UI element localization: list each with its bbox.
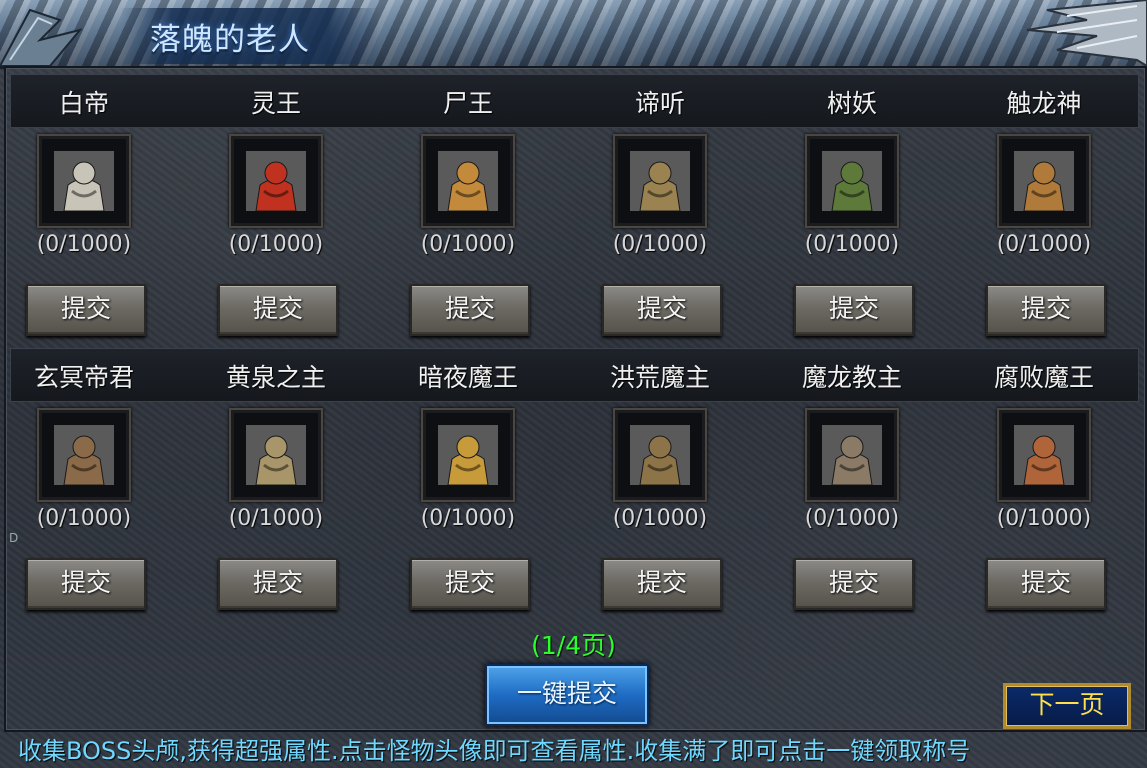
page-indicator: (1/4页) <box>531 631 616 660</box>
submit-all-button[interactable]: 一键提交 <box>485 664 649 726</box>
collection-count: (0/1000) <box>228 506 324 531</box>
boss-portrait-slot[interactable] <box>37 408 131 502</box>
red-spirit-king-icon <box>246 151 306 211</box>
title-bar: 落魄的老人 <box>0 0 1147 69</box>
rotten-demon-king-icon <box>1014 425 1074 485</box>
collection-count: (0/1000) <box>420 232 516 257</box>
collection-count: (0/1000) <box>804 506 900 531</box>
window-title: 落魄的老人 <box>150 22 310 58</box>
collection-count: (0/1000) <box>612 506 708 531</box>
boss-portrait-slot[interactable] <box>421 408 515 502</box>
boss-portrait-slot[interactable] <box>421 134 515 228</box>
collection-count: (0/1000) <box>612 232 708 257</box>
boss-portrait-slot[interactable] <box>613 134 707 228</box>
boss-portrait-slot[interactable] <box>805 408 899 502</box>
diting-beast-icon <box>630 151 690 211</box>
submit-button[interactable]: 提交 <box>26 284 146 336</box>
boss-name: 暗夜魔王 <box>417 363 518 392</box>
boss-name: 谛听 <box>634 89 685 118</box>
collection-count: (0/1000) <box>996 506 1092 531</box>
left-ornament-icon <box>0 8 83 66</box>
submit-button[interactable]: 提交 <box>986 284 1106 336</box>
collection-count: (0/1000) <box>36 506 132 531</box>
boss-portrait-slot[interactable] <box>229 408 323 502</box>
submit-button[interactable]: 提交 <box>410 284 530 336</box>
white-armored-boss-icon <box>54 151 114 211</box>
next-page-button[interactable]: 下一页 <box>1003 683 1131 729</box>
boss-portrait-slot[interactable] <box>229 134 323 228</box>
collection-count: (0/1000) <box>36 232 132 257</box>
wing-ornament-icon <box>1026 0 1147 66</box>
xuanming-emperor-icon <box>54 425 114 485</box>
boss-portrait-slot[interactable] <box>997 408 1091 502</box>
boss-portrait-slot[interactable] <box>997 134 1091 228</box>
boss-name: 黄泉之主 <box>225 363 326 392</box>
collection-count: (0/1000) <box>228 232 324 257</box>
submit-button[interactable]: 提交 <box>26 558 146 610</box>
submit-button[interactable]: 提交 <box>986 558 1106 610</box>
collection-count: (0/1000) <box>420 506 516 531</box>
underworld-lord-icon <box>246 425 306 485</box>
collection-count: (0/1000) <box>804 232 900 257</box>
demon-dragon-master-icon <box>822 425 882 485</box>
boss-name: 尸王 <box>442 89 493 118</box>
boss-name: 腐败魔王 <box>993 363 1094 392</box>
submit-button[interactable]: 提交 <box>794 558 914 610</box>
primal-demon-lord-icon <box>630 425 690 485</box>
instructions-text: 收集BOSS头颅,获得超强属性.点击怪物头像即可查看属性.收集满了即可点击一键领… <box>18 737 971 765</box>
submit-button[interactable]: 提交 <box>410 558 530 610</box>
boss-name: 灵王 <box>250 89 301 118</box>
submit-button[interactable]: 提交 <box>218 284 338 336</box>
boss-name: 玄冥帝君 <box>33 363 134 392</box>
boss-name: 魔龙教主 <box>801 363 902 392</box>
night-demon-king-icon <box>438 425 498 485</box>
submit-button[interactable]: 提交 <box>602 284 722 336</box>
submit-button[interactable]: 提交 <box>602 558 722 610</box>
corpse-king-icon <box>438 151 498 211</box>
boss-portrait-slot[interactable] <box>37 134 131 228</box>
tree-demon-icon <box>822 151 882 211</box>
submit-button[interactable]: 提交 <box>794 284 914 336</box>
boss-name: 触龙神 <box>1006 89 1082 118</box>
boss-name: 白帝 <box>58 89 109 118</box>
collection-count: (0/1000) <box>996 232 1092 257</box>
submit-button[interactable]: 提交 <box>218 558 338 610</box>
boss-name: 洪荒魔主 <box>609 363 710 392</box>
side-marker: D <box>9 531 19 545</box>
centipede-god-icon <box>1014 151 1074 211</box>
boss-portrait-slot[interactable] <box>613 408 707 502</box>
boss-name: 树妖 <box>826 89 877 118</box>
boss-portrait-slot[interactable] <box>805 134 899 228</box>
